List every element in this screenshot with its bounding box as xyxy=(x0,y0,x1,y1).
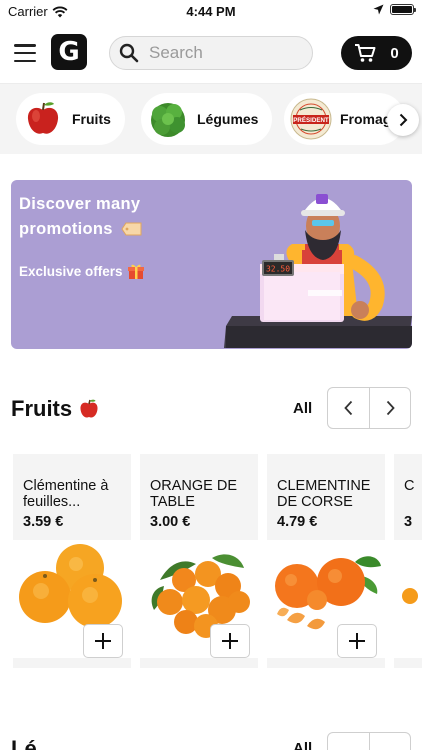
see-all-legumes-link[interactable]: All xyxy=(293,740,312,750)
cart-icon xyxy=(355,44,376,62)
cheese-brand-text: PRÉSIDENT xyxy=(293,116,329,124)
previous-button[interactable] xyxy=(328,388,369,428)
previous-button[interactable] xyxy=(328,733,369,750)
category-label: Légumes xyxy=(197,111,259,127)
plus-icon xyxy=(349,633,365,649)
category-chip-legumes[interactable]: Légumes xyxy=(141,93,273,145)
product-name: ORANGE DE TABLE xyxy=(150,478,238,510)
app-screen: Carrier 4:44 PM G Search 0 Fruits Légume… xyxy=(0,0,422,750)
category-chip-fruits[interactable]: Fruits xyxy=(16,93,125,145)
category-strip: Fruits Légumes PRÉSIDENT Fromag xyxy=(0,84,422,154)
product-card[interactable]: CLEMENTINE DE CORSE 4.79 € xyxy=(267,454,385,668)
status-bar: Carrier 4:44 PM xyxy=(0,0,422,22)
search-icon xyxy=(119,43,139,63)
cart-button[interactable]: 0 xyxy=(341,36,412,70)
chevron-left-icon xyxy=(343,400,352,416)
add-to-cart-button[interactable] xyxy=(210,624,250,658)
product-price: 3.59 € xyxy=(23,514,64,530)
product-price: 3 xyxy=(404,514,413,530)
chevron-right-icon xyxy=(399,113,408,127)
status-right xyxy=(373,4,416,15)
lettuce-icon xyxy=(147,98,189,140)
search-input[interactable] xyxy=(149,43,299,63)
add-to-cart-button[interactable] xyxy=(337,624,377,658)
product-card[interactable]: C 3 xyxy=(394,454,422,668)
cart-count: 0 xyxy=(390,44,399,62)
add-to-cart-button[interactable] xyxy=(83,624,123,658)
promo-banner[interactable]: Discover many promotions Exclusive offer… xyxy=(11,180,412,349)
product-card[interactable]: ORANGE DE TABLE 3.00 € xyxy=(140,454,258,668)
cashier-illustration: 32.50 xyxy=(224,194,412,348)
app-logo[interactable]: G xyxy=(51,34,87,70)
fruits-pager xyxy=(327,387,411,429)
banner-subtitle: Exclusive offers xyxy=(19,262,145,280)
legumes-pager xyxy=(327,732,411,750)
price-tag-icon xyxy=(121,222,142,236)
product-name: C xyxy=(404,478,415,494)
banner-headline: Discover many promotions xyxy=(19,192,159,242)
gift-icon xyxy=(127,264,144,279)
banner-subtitle-text: Exclusive offers xyxy=(19,263,123,279)
chevron-right-icon xyxy=(386,400,395,416)
plus-icon xyxy=(222,633,238,649)
section-title-text: Fruits xyxy=(11,396,73,421)
product-card[interactable]: Clémentine à feuilles... 3.59 € xyxy=(13,454,131,668)
location-arrow-icon xyxy=(373,4,384,15)
plus-icon xyxy=(95,633,111,649)
category-next-button[interactable] xyxy=(387,104,419,136)
clock: 4:44 PM xyxy=(186,4,236,19)
register-display: 32.50 xyxy=(266,265,290,274)
search-bar[interactable] xyxy=(109,36,313,70)
hamburger-menu-icon[interactable] xyxy=(14,44,36,62)
top-bar: G 0 xyxy=(0,22,422,84)
section-title-legumes: Lé xyxy=(11,736,37,750)
product-name: CLEMENTINE DE CORSE xyxy=(277,478,371,510)
category-label: Fromag xyxy=(340,111,392,127)
cheese-icon: PRÉSIDENT xyxy=(290,98,332,140)
product-name: Clémentine à feuilles... xyxy=(23,478,109,510)
see-all-fruits-link[interactable]: All xyxy=(293,400,312,417)
product-price: 4.79 € xyxy=(277,514,318,530)
next-button[interactable] xyxy=(369,388,410,428)
next-button[interactable] xyxy=(369,733,410,750)
section-title-fruits: Fruits xyxy=(11,396,100,422)
apple-icon xyxy=(80,399,98,418)
logo-letter: G xyxy=(58,37,80,67)
category-label: Fruits xyxy=(72,111,111,127)
apple-icon xyxy=(22,98,64,140)
battery-icon xyxy=(390,4,416,15)
product-image xyxy=(394,540,422,658)
product-price: 3.00 € xyxy=(150,514,191,530)
